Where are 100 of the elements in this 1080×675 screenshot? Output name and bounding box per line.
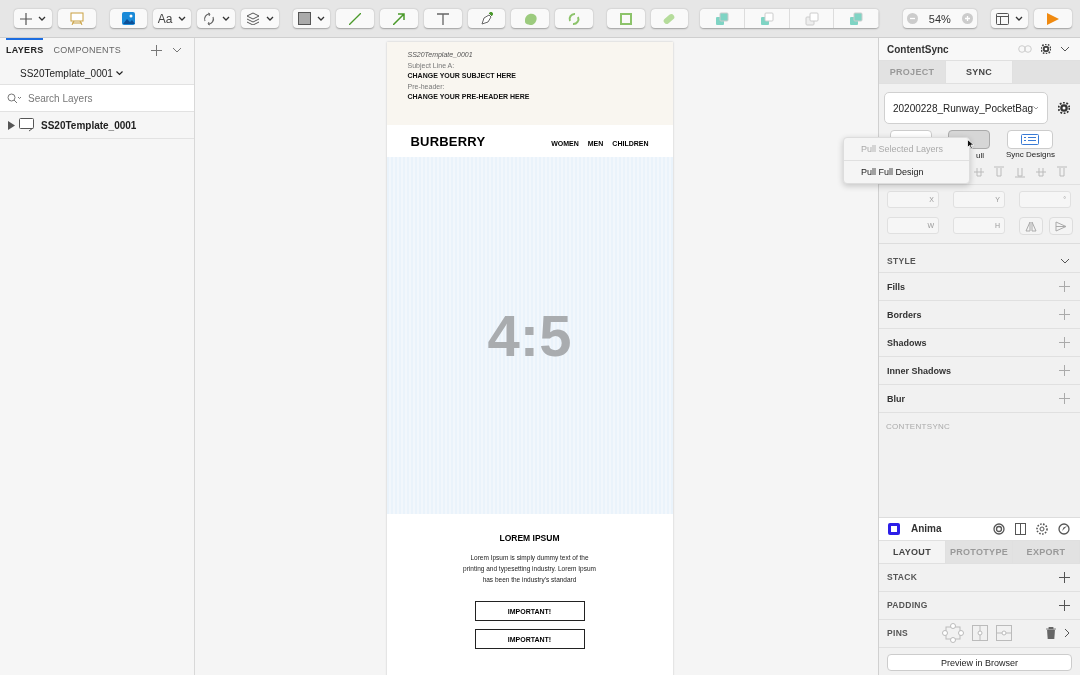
panel-tab[interactable]: COMPONENTS — [53, 38, 121, 62]
pin-horizontal-icon[interactable] — [996, 625, 1012, 641]
chevron-down-icon — [115, 70, 123, 76]
layer-row[interactable]: SS20Template_0001 — [0, 112, 194, 139]
page-selector[interactable]: SS20Template_0001 — [20, 62, 123, 84]
boolean-icon — [715, 11, 730, 26]
layers-button[interactable] — [240, 9, 279, 28]
easel-icon — [69, 12, 84, 25]
link-icon[interactable] — [1018, 45, 1032, 53]
style-row-label: Borders — [887, 309, 922, 320]
chevron-right-icon[interactable] — [1064, 628, 1070, 638]
chevron-down-icon[interactable] — [1060, 46, 1070, 52]
align-icon[interactable] — [972, 166, 985, 178]
plus-icon[interactable] — [151, 44, 162, 56]
compass-icon[interactable] — [1058, 522, 1070, 535]
plugin-footer-label: CONTENTSYNC — [886, 421, 951, 431]
chevron-down-icon — [265, 16, 274, 21]
pull-label: ull — [976, 151, 984, 160]
frame-icon — [618, 11, 633, 26]
pen-icon — [479, 12, 493, 25]
boolean-button[interactable] — [789, 9, 835, 28]
minus-icon[interactable] — [907, 13, 919, 24]
collapsed-triangle-icon[interactable] — [7, 120, 15, 130]
plugin-title: Anima — [911, 523, 942, 534]
settings-icon[interactable] — [1041, 44, 1051, 54]
insert-button[interactable] — [14, 9, 52, 28]
align-icon[interactable] — [993, 166, 1006, 178]
zoom-level: 54% — [928, 12, 951, 25]
trash-icon[interactable] — [1046, 627, 1056, 639]
align-icon[interactable] — [1056, 166, 1068, 178]
sync-designs-label: Sync Designs — [1006, 150, 1055, 159]
triangle-icon — [1055, 220, 1067, 232]
layout-row-label: PADDING — [887, 600, 928, 610]
arrow-button[interactable] — [380, 9, 418, 28]
chevron-down-icon — [178, 16, 187, 21]
style-row-label: Shadows — [887, 337, 927, 348]
artboard-icon — [19, 118, 35, 132]
anima-logo-icon — [887, 521, 901, 536]
line-icon — [349, 12, 362, 25]
image-button[interactable] — [109, 9, 148, 28]
chevron-down-icon[interactable] — [1060, 258, 1070, 264]
chevron-down-icon[interactable] — [172, 47, 182, 53]
chevron-down-icon — [1015, 16, 1023, 21]
vector-button[interactable] — [511, 9, 549, 28]
style-row-label: Inner Shadows — [887, 365, 951, 376]
align-icon[interactable] — [1035, 166, 1048, 178]
pin-vertical-icon[interactable] — [972, 625, 988, 641]
preview-in-browser-button[interactable]: Preview in Browser — [887, 654, 1072, 671]
image-icon — [121, 12, 135, 25]
text-button[interactable] — [423, 9, 462, 28]
sync-designs-button[interactable] — [1007, 130, 1054, 149]
eraser-button[interactable] — [650, 9, 689, 28]
align-icon[interactable] — [1014, 166, 1027, 178]
panel-tab[interactable]: LAYERS — [6, 38, 44, 62]
layout-row-label: PINS — [887, 628, 909, 638]
plus-icon[interactable] — [1059, 571, 1070, 583]
plus-icon — [19, 12, 32, 25]
plugin-tab[interactable]: SYNC — [946, 61, 1013, 83]
plus-icon[interactable] — [1059, 599, 1070, 611]
plugin-title: ContentSync — [887, 43, 949, 55]
boolean-button[interactable] — [744, 9, 790, 28]
boolean-icon — [759, 11, 774, 26]
view-button[interactable] — [990, 9, 1029, 28]
plugin-tab[interactable]: LAYOUT — [879, 540, 946, 563]
settings-icon[interactable] — [1036, 522, 1048, 535]
flip-button[interactable] — [1019, 217, 1043, 235]
pen-button[interactable] — [467, 9, 506, 28]
boolean-button[interactable] — [700, 9, 745, 28]
boolean-icon — [804, 11, 819, 26]
flip-icon — [1025, 220, 1037, 232]
send-button[interactable] — [1049, 217, 1073, 235]
list-icon — [1021, 134, 1040, 145]
line-button[interactable] — [336, 9, 374, 28]
chevron-down-icon — [37, 16, 46, 21]
preview-button[interactable] — [1034, 9, 1073, 28]
play-icon — [1046, 11, 1061, 26]
search-bar[interactable]: Search Layers — [0, 84, 194, 112]
refresh-icon — [566, 11, 581, 26]
boolean-button[interactable] — [834, 9, 880, 28]
shape-button[interactable] — [292, 9, 331, 28]
search-field[interactable]: Search Layers — [26, 91, 180, 105]
target-icon[interactable] — [993, 522, 1005, 535]
section-heading: LOREM IPSUM — [499, 533, 560, 543]
refresh-button[interactable] — [555, 9, 593, 28]
chevron-down-icon — [316, 16, 325, 21]
frame-button[interactable] — [606, 9, 645, 28]
text-style-button[interactable]: Aa — [153, 9, 191, 28]
menu-item[interactable]: Pull Full Design — [844, 160, 969, 183]
columns-icon[interactable] — [1015, 522, 1026, 535]
layout-icon — [996, 12, 1009, 25]
rotate-icon — [201, 11, 216, 26]
settings-icon[interactable] — [1058, 102, 1070, 114]
style-row-label: Blur — [887, 393, 905, 404]
project-dropdown[interactable]: 20200228_Runway_PocketBag — [884, 92, 1048, 124]
layout-row-label: STACK — [887, 572, 918, 582]
chevron-down-icon — [221, 16, 230, 21]
symbol-button[interactable] — [197, 9, 235, 28]
aspect-ratio-label: 4:5 — [487, 302, 572, 369]
pin-all-icon[interactable] — [942, 623, 964, 643]
artboard-button[interactable] — [57, 9, 96, 28]
